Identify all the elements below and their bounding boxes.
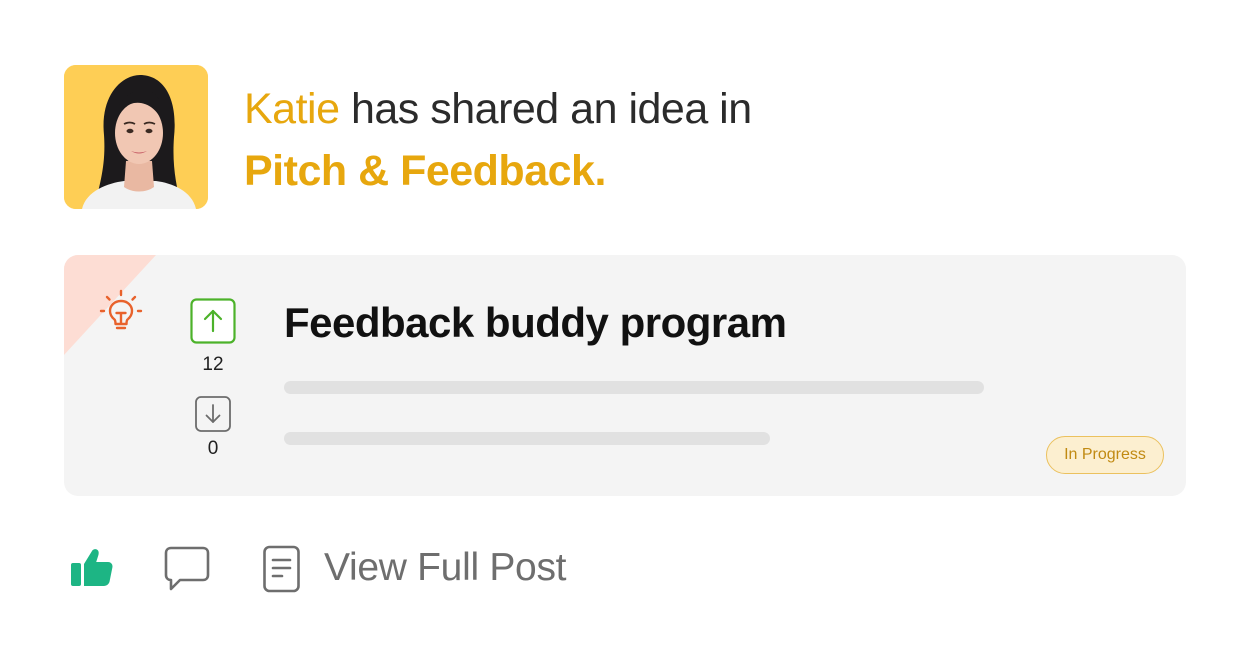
user-avatar[interactable] [64,65,208,209]
description-placeholder-line [284,432,770,445]
downvote-button[interactable] [195,396,231,432]
status-badge: In Progress [1046,436,1164,474]
view-full-post-button[interactable]: View Full Post [262,540,566,596]
idea-title[interactable]: Feedback buddy program [284,299,787,347]
downvote-count: 0 [207,438,219,459]
activity-headline: Katie has shared an idea in Pitch & Feed… [244,78,752,202]
upvote-count: 12 [202,354,224,375]
lightbulb-icon [99,289,143,330]
document-icon [263,545,300,593]
view-full-post-label: View Full Post [324,546,567,589]
idea-card[interactable]: 12 0 Feedback buddy program In Progress [64,255,1186,496]
avatar-photo [64,65,208,209]
description-placeholder-line [284,381,984,394]
community-link[interactable]: Pitch & Feedback. [244,147,606,195]
comment-icon[interactable] [163,545,211,593]
user-name-link[interactable]: Katie [244,85,340,133]
activity-text: has shared an idea in [339,85,752,133]
upvote-button[interactable] [190,298,236,344]
thumbs-up-icon[interactable] [68,543,116,591]
